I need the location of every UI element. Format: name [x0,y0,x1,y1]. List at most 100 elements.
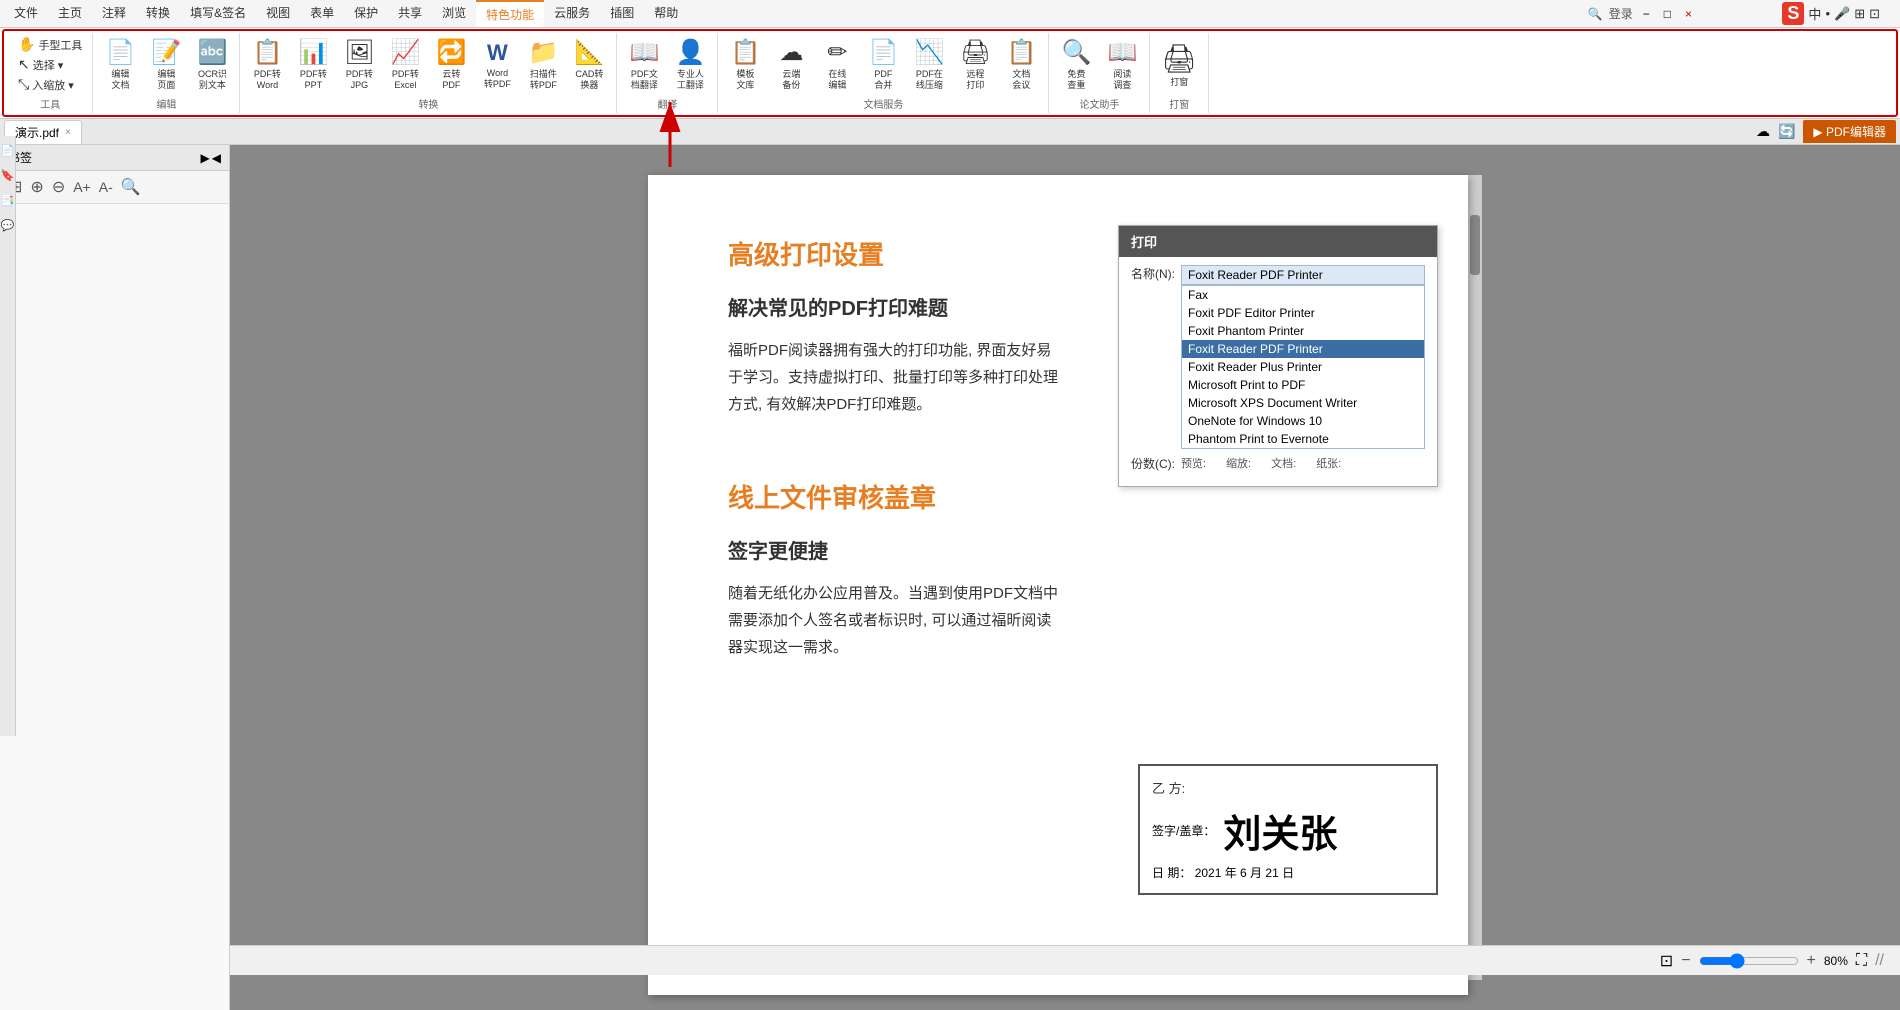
tab-form[interactable]: 表单 [300,0,344,27]
cloud-backup-button[interactable]: ☁ 云端备份 [770,35,812,94]
pdf-page: 高级打印设置 解决常见的PDF打印难题 福昕PDF阅读器拥有强大的打印功能, 界… [648,175,1468,995]
pro-translate-icon: 👤 [675,38,705,67]
sig-name: 刘关张 [1223,803,1337,858]
sidebar-collapse-icon[interactable]: ◀ [212,151,221,165]
tab-plugin[interactable]: 插图 [600,0,644,27]
printer-list-item[interactable]: Microsoft XPS Document Writer [1182,394,1424,412]
edit-doc-button[interactable]: 📄 编辑文档 [99,35,141,94]
left-nav-icon3[interactable]: 📑 [1,194,15,207]
pdf-word-icon: 📋 [252,38,282,67]
zoom-button[interactable]: ⤡ 入缩放 ▾ [14,75,86,94]
tab-browse[interactable]: 浏览 [432,0,476,27]
left-nav-icon2[interactable]: 🔖 [1,169,15,182]
select-button[interactable]: ↖ 选择 ▾ [14,55,86,74]
pdf-translate-button[interactable]: 📖 PDF文档翻译 [623,35,665,94]
pdf-scrollbar[interactable] [1468,175,1482,980]
tab-cloud[interactable]: 云服务 [544,0,600,27]
printer-list-item[interactable]: Fax [1182,286,1424,304]
arrow-annotation [630,92,710,175]
printer-name-input[interactable]: Foxit Reader PDF Printer [1181,265,1425,285]
reading-survey-button[interactable]: 📖 阅读调查 [1101,35,1143,94]
print-button[interactable]: 🖨 打窗 [1156,39,1202,91]
printer-list-item-selected[interactable]: Foxit Reader PDF Printer [1182,340,1424,358]
window-close[interactable]: × [1681,7,1696,21]
tab-share[interactable]: 共享 [388,0,432,27]
pdf-to-jpg-button[interactable]: 🖼 PDF转JPG [338,35,380,94]
template-button[interactable]: 📋 模板文库 [724,35,766,94]
pdf-to-ppt-button[interactable]: 📊 PDF转PPT [292,35,334,94]
left-nav-icon4[interactable]: 💬 [1,219,15,232]
tab-special[interactable]: 特色功能 [476,0,544,27]
sidebar-toolbar: ⊞ ⊕ ⊖ A+ A- 🔍 [0,171,229,204]
bottom-bar: ⊡ − + 80% ⛶ // [230,945,1900,975]
ocr-button[interactable]: 🔤 OCR识别文本 [191,35,233,94]
remote-print-button[interactable]: 🖨 远程打印 [954,35,996,94]
doc-meeting-button[interactable]: 📋 文档会议 [1000,35,1042,94]
word-to-pdf-button[interactable]: W Word转PDF [476,37,518,93]
window-maximize[interactable]: □ [1660,7,1675,21]
font-decrease-icon[interactable]: A- [96,177,116,197]
cloud-pdf-icon: 🔁 [436,38,466,67]
tab-help[interactable]: 帮助 [644,0,688,27]
signature-box: 乙 方: 签字/盖章： 刘关张 日 期： 2021 年 6 月 21 日 [1138,764,1438,895]
pdf-compress-button[interactable]: 📉 PDF在线压缩 [908,35,950,94]
tab-file[interactable]: 文件 [4,0,48,27]
zoom-slider[interactable] [1699,953,1799,969]
pdf-scrollbar-thumb[interactable] [1470,215,1480,275]
printer-list-item[interactable]: Foxit Reader Plus Printer [1182,358,1424,376]
printer-list-item[interactable]: Foxit Phantom Printer [1182,322,1424,340]
pdf-viewer[interactable]: 高级打印设置 解决常见的PDF打印难题 福昕PDF阅读器拥有强大的打印功能, 界… [230,145,1900,1010]
printer-list-item[interactable]: Foxit PDF Editor Printer [1182,304,1424,322]
pdf-to-excel-button[interactable]: 📈 PDF转Excel [384,35,426,94]
ribbon-group-edit: 📄 编辑文档 📝 编辑页面 🔤 OCR识别文本 编辑 [93,33,240,113]
docservices-group-label: 文档服务 [863,94,903,111]
font-increase-icon[interactable]: A+ [70,177,94,197]
scan-to-pdf-button[interactable]: 📁 扫描件转PDF [522,35,564,94]
ribbon-group-tools: ✋ 手型工具 ↖ 选择 ▾ ⤡ 入缩放 ▾ 工具 [8,33,93,113]
window-minimize[interactable]: − [1639,7,1654,21]
zoom-out-button[interactable]: − [1681,952,1690,970]
foxit-dot-icon: • [1825,6,1830,21]
pdf-editor-tab[interactable]: ▶ PDF编辑器 [1803,120,1896,143]
left-nav-icon1[interactable]: 📄 [1,144,15,157]
pdf-merge-button[interactable]: 📄 PDF合并 [862,35,904,94]
tab-sign[interactable]: 填写&签名 [180,0,256,27]
login-button[interactable]: 登录 [1609,5,1633,22]
tab-protect[interactable]: 保护 [344,0,388,27]
bookmark-remove-icon[interactable]: ⊖ [49,175,68,199]
online-edit-button[interactable]: ✏ 在线编辑 [816,35,858,94]
print-dialog[interactable]: 打印 名称(N): Foxit Reader PDF Printer Fax F… [1118,225,1438,487]
edit-page-button[interactable]: 📝 编辑页面 [145,35,187,94]
sidebar-expand-icon[interactable]: ▶ [201,151,210,165]
printer-list[interactable]: Fax Foxit PDF Editor Printer Foxit Phant… [1181,285,1425,449]
tab-home[interactable]: 主页 [48,0,92,27]
template-icon: 📋 [730,38,760,67]
tab-convert[interactable]: 转换 [136,0,180,27]
search-button[interactable]: 🔍 [1588,7,1603,21]
print-group-label: 打窗 [1169,94,1189,111]
pdf-to-word-button[interactable]: 📋 PDF转Word [246,35,288,94]
plagiarism-button[interactable]: 🔍 免费查重 [1055,35,1097,94]
pdf-viewer-area: 高级打印设置 解决常见的PDF打印难题 福昕PDF阅读器拥有强大的打印功能, 界… [230,145,1900,1010]
printer-list-item[interactable]: OneNote for Windows 10 [1182,412,1424,430]
tab-close-button[interactable]: × [65,127,71,138]
bookmark-add-icon[interactable]: ⊕ [27,175,46,199]
cad-converter-button[interactable]: 📐 CAD转换器 [568,35,610,94]
fullscreen-icon[interactable]: ⛶ [1856,952,1867,970]
tab-comment[interactable]: 注释 [92,0,136,27]
printer-list-item[interactable]: Phantom Print to Evernote [1182,430,1424,448]
zoom-in-button[interactable]: + [1807,952,1816,970]
doc-meeting-icon: 📋 [1006,38,1036,67]
pro-translate-button[interactable]: 👤 专业人工翻译 [669,35,711,94]
ribbon: 文件 主页 注释 转换 填写&签名 视图 表单 保护 共享 浏览 特色功能 云服… [0,0,1900,119]
pdf-merge-icon: 📄 [868,38,898,67]
ocr-icon: 🔤 [197,38,227,67]
main-layout: 书签 ▶ ◀ ⊞ ⊕ ⊖ A+ A- 🔍 📄 🔖 📑 💬 [0,145,1900,1010]
cloud-to-pdf-button[interactable]: 🔁 云转PDF [430,35,472,94]
sidebar-search-icon[interactable]: 🔍 [118,175,144,199]
handtool-button[interactable]: ✋ 手型工具 [14,35,86,54]
tab-view[interactable]: 视图 [256,0,300,27]
fit-page-icon[interactable]: ⊡ [1660,951,1673,971]
foxit-s-logo: S [1782,2,1804,25]
printer-list-item[interactable]: Microsoft Print to PDF [1182,376,1424,394]
